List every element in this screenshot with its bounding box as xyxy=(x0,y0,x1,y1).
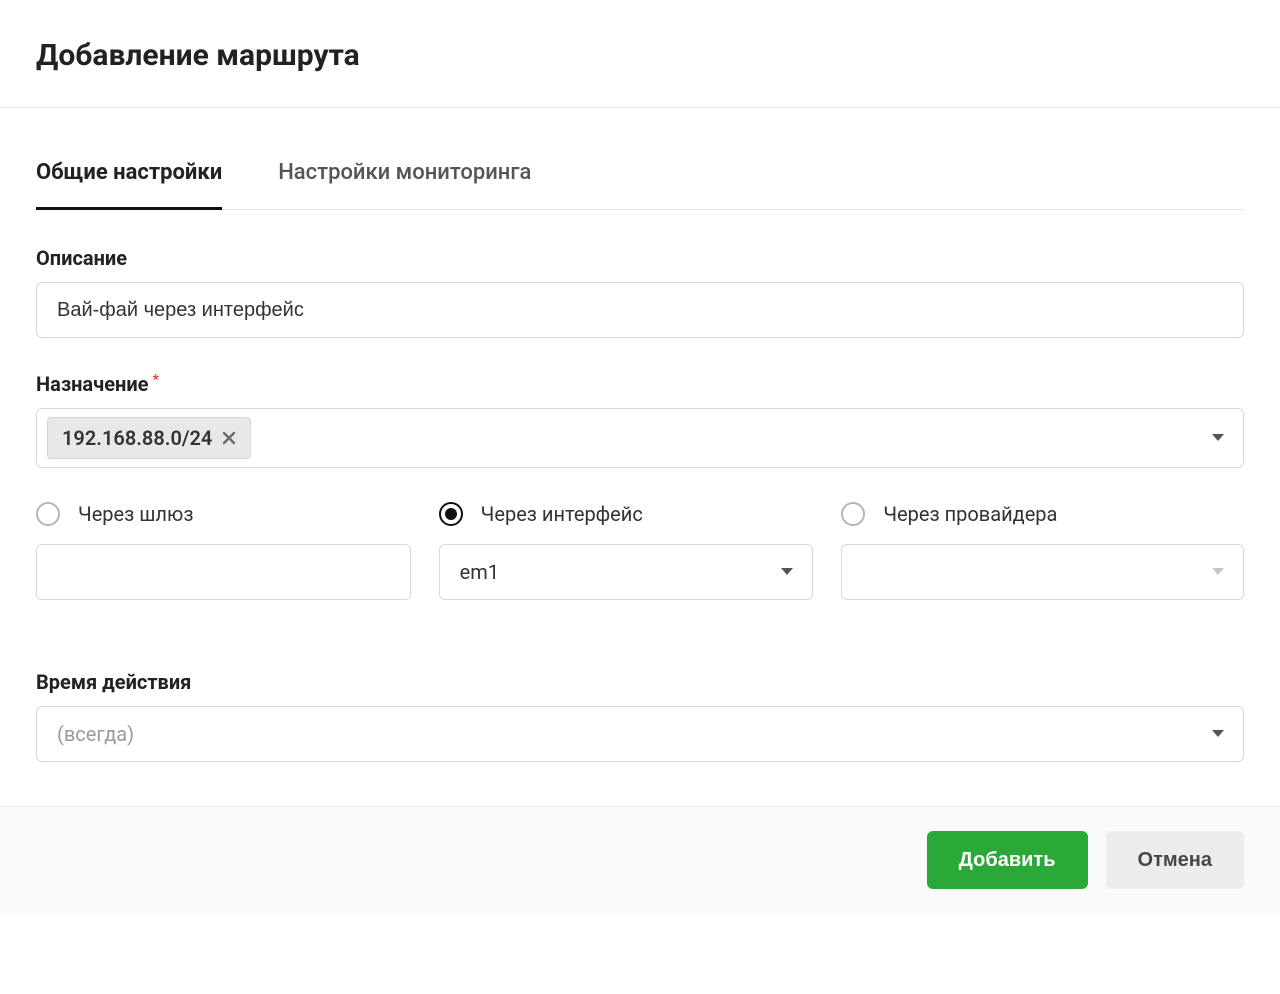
radio-via-provider[interactable]: Через провайдера xyxy=(841,502,1244,526)
tab-monitoring-settings[interactable]: Настройки мониторинга xyxy=(278,160,531,210)
chevron-down-icon xyxy=(1211,433,1225,443)
time-label: Время действия xyxy=(36,670,1244,694)
field-time: Время действия (всегда) xyxy=(36,670,1244,762)
gateway-input[interactable] xyxy=(36,544,411,600)
radio-via-interface[interactable]: Через интерфейс xyxy=(439,502,842,526)
cancel-button[interactable]: Отмена xyxy=(1106,831,1244,889)
required-asterisk: * xyxy=(152,372,158,388)
tabs: Общие настройки Настройки мониторинга xyxy=(36,160,1244,210)
field-description: Описание xyxy=(36,246,1244,338)
page-header: Добавление маршрута xyxy=(0,0,1280,107)
interface-select[interactable]: em1 xyxy=(439,544,814,600)
chevron-down-icon xyxy=(1211,567,1225,577)
radio-icon xyxy=(439,502,463,526)
time-select[interactable]: (всегда) xyxy=(36,706,1244,762)
destination-label: Назначение* xyxy=(36,372,1244,396)
chevron-down-icon xyxy=(780,567,794,577)
via-radio-group: Через шлюз Через интерфейс em1 xyxy=(36,502,1244,600)
radio-via-gateway[interactable]: Через шлюз xyxy=(36,502,439,526)
destination-chip[interactable]: 192.168.88.0/24 xyxy=(47,417,251,459)
add-button[interactable]: Добавить xyxy=(927,831,1088,889)
field-destination: Назначение* 192.168.88.0/24 xyxy=(36,372,1244,468)
radio-icon xyxy=(841,502,865,526)
divider xyxy=(0,107,1280,108)
description-label: Описание xyxy=(36,246,1244,270)
close-icon[interactable] xyxy=(222,431,236,445)
page-title: Добавление маршрута xyxy=(36,38,1244,73)
radio-icon xyxy=(36,502,60,526)
chevron-down-icon xyxy=(1211,729,1225,739)
provider-select[interactable] xyxy=(841,544,1244,600)
destination-select[interactable]: 192.168.88.0/24 xyxy=(36,408,1244,468)
description-input[interactable] xyxy=(36,282,1244,338)
tab-general-settings[interactable]: Общие настройки xyxy=(36,160,222,210)
footer: Добавить Отмена xyxy=(0,806,1280,913)
